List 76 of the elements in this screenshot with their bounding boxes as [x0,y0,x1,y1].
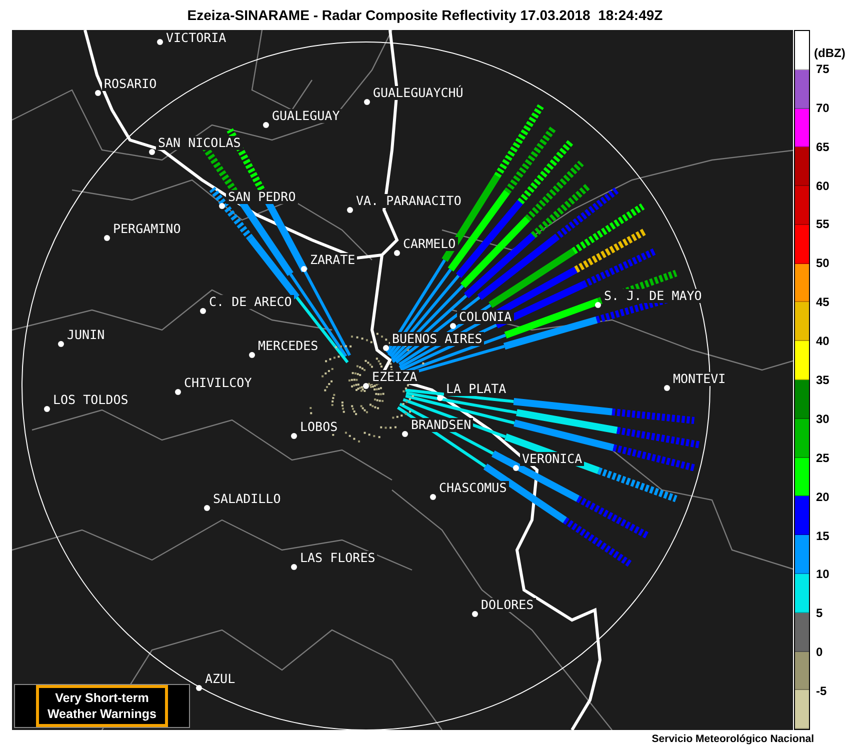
city-dot-icon [95,90,101,96]
city-label: AZUL [203,672,238,686]
city-label: CHIVILCOY [182,376,254,390]
city-label: LAS FLORES [298,551,378,565]
chart-title: Ezeiza-SINARAME - Radar Composite Reflectivity 17.03.2018 18:24:49Z [186,6,664,25]
city-dot-icon [430,494,436,500]
city-label: BRANDSEN [409,418,474,432]
city-label: LA PLATA [444,382,508,396]
city-label: VA. PARANACITO [354,194,464,208]
city-dot-icon [394,250,400,256]
unit-label: (dBZ) [814,46,846,60]
scale-value: 65 [816,140,830,154]
warning-badge-text: Very Short-term Weather Warnings [36,685,168,727]
city-label: JUNIN [65,328,107,342]
credit-text: Servicio Meteorológico Nacional [652,733,814,745]
scale-value: 40 [816,334,830,348]
city-dot-icon [175,389,181,395]
city-label: ZARATE [308,253,358,267]
city-dot-icon [44,406,50,412]
scale-value: 10 [816,567,830,582]
city-dot-icon [291,433,297,439]
city-label: SAN NICOLAS [156,136,243,150]
city-label: MERCEDES [256,339,320,353]
city-dot-icon [437,395,443,401]
scale-value: 30 [816,412,830,426]
city-dot-icon [58,341,64,347]
city-dot-icon [196,685,202,691]
city-label: PERGAMINO [111,222,183,236]
city-dot-icon [249,352,255,358]
scale-value: 55 [816,217,830,232]
city-label: LOBOS [298,420,340,434]
city-label: LOS TOLDOS [51,393,130,407]
city-dot-icon [157,39,163,45]
city-dot-icon [219,203,225,209]
scale-value: 5 [816,606,823,620]
warning-badge[interactable]: Very Short-term Weather Warnings [14,684,190,728]
city-dot-icon [383,345,389,351]
city-dot-icon [364,99,370,105]
city-dot-icon [402,431,408,437]
scale-value: 35 [816,373,830,387]
scale-value: 25 [816,450,830,465]
city-label: BUENOS AIRES [390,332,484,346]
scale-value: 75 [816,62,830,76]
scale-value: 70 [816,100,830,115]
city-dot-icon [149,149,155,155]
city-dot-icon [204,505,210,511]
city-label: SALADILLO [211,492,283,506]
city-dot-icon [104,235,110,241]
city-dot-icon [347,207,353,213]
city-label: S. J. DE MAYO [602,289,704,303]
city-label: COLONIA [457,310,514,324]
scale-value: 0 [816,645,823,660]
city-label: GUALEGUAY [270,109,342,123]
city-label: C. DE ARECO [207,295,294,309]
city-dot-icon [263,122,269,128]
city-label: EZEIZA [370,370,420,384]
scale-value: -5 [816,684,827,698]
city-dot-icon [472,611,478,617]
scale-value: 20 [816,490,830,504]
city-label: CHASCOMUS [437,481,509,495]
city-dot-icon [664,385,670,391]
scale-value: 60 [816,178,830,193]
city-label: ROSARIO [102,77,159,91]
scale-value: 45 [816,295,830,310]
scale-value: 50 [816,256,830,270]
city-dot-icon [291,564,297,570]
city-label: CARMELO [401,237,458,251]
city-label: VERONICA [520,452,584,466]
city-label: SAN PEDRO [226,190,298,204]
city-label: VICTORIA [164,31,228,45]
city-label: GUALEGUAYCHÚ [371,86,466,100]
city-dot-icon [450,323,456,329]
city-dot-icon [363,383,369,389]
city-dot-icon [200,308,206,314]
scale-value: 15 [816,528,830,543]
city-label: DOLORES [479,598,536,612]
